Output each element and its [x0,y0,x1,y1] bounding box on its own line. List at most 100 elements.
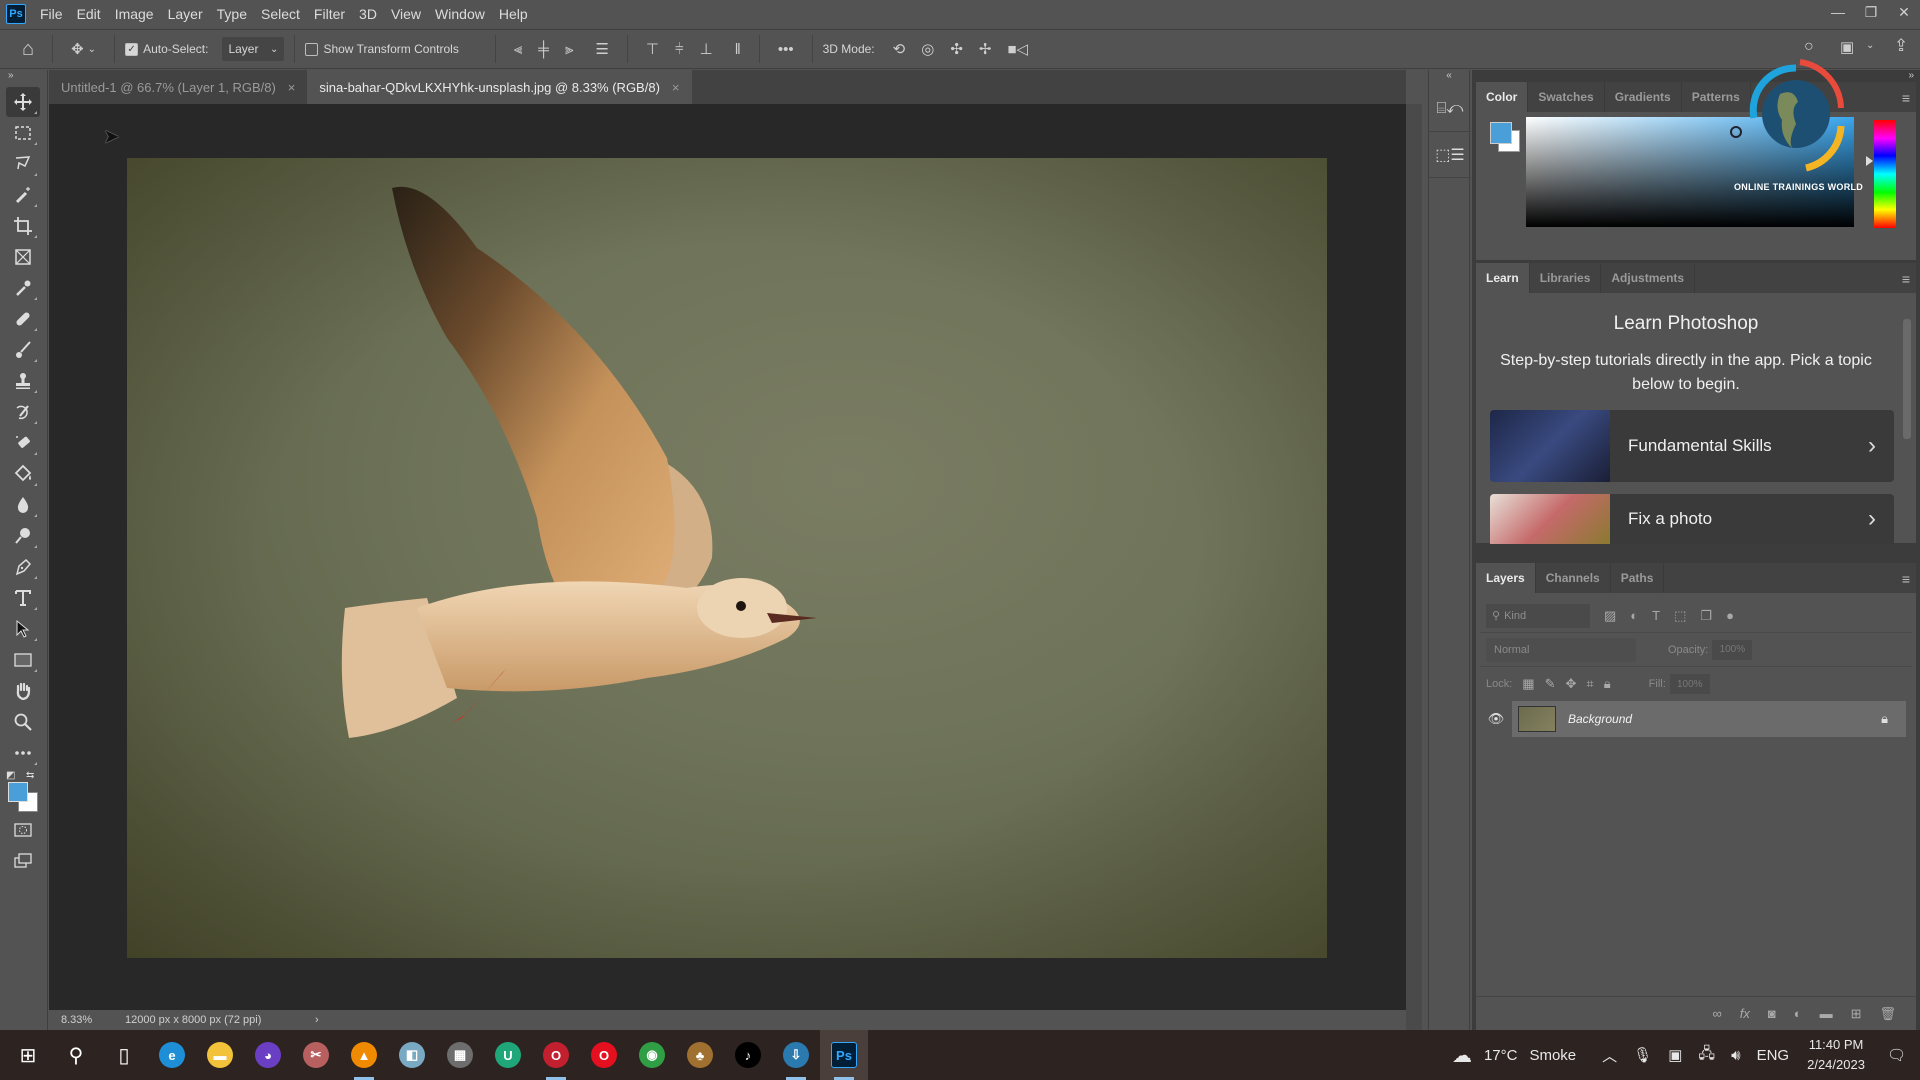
chevron-down-icon[interactable]: ⌄ [88,44,96,55]
layer-kind-filter[interactable]: ⚲ Kind [1486,603,1590,628]
search-icon[interactable]: ○ [1804,38,1814,56]
tab-adjustments[interactable]: Adjustments [1601,263,1696,293]
taskbar-photoshop[interactable]: Ps [820,1030,868,1080]
taskbar-chrome[interactable]: ◉ [628,1030,676,1080]
taskbar-app-notes[interactable]: ◧ [388,1030,436,1080]
learn-card-fundamental-skills[interactable]: Fundamental Skills › [1490,410,1894,482]
magic-wand-tool[interactable] [6,180,40,210]
microphone-icon[interactable]: 🎙︎ [1633,1046,1652,1064]
canvas-area[interactable]: ➤ [49,104,1406,1010]
align-bottom-icon[interactable]: ⊥ [700,40,713,58]
taskbar-app-snip[interactable]: ✂ [292,1030,340,1080]
document-image-seagull[interactable] [127,158,1327,958]
history-panel-button[interactable]: ⌸↶ [1429,86,1471,132]
workspace-icon[interactable]: ▣ [1840,38,1854,56]
new-layer-icon[interactable]: ⊞ [1851,1006,1862,1022]
minimize-button[interactable]: — [1822,0,1854,24]
menu-3d[interactable]: 3D [359,6,377,22]
network-icon[interactable]: 🖧︎ [1698,1043,1715,1068]
taskbar-app-cocktail[interactable]: ♣ [676,1030,724,1080]
taskbar-search[interactable]: ⚲ [52,1030,100,1080]
zoom-level[interactable]: 8.33% [49,1014,103,1026]
lock-transparent-pixels-icon[interactable]: ▦ [1522,676,1534,692]
align-right-icon[interactable]: ⫸ [565,41,573,58]
tab-swatches[interactable]: Swatches [1528,82,1605,112]
restore-button[interactable]: ❐ [1855,0,1887,24]
tab-libraries[interactable]: Libraries [1530,263,1602,293]
taskbar-task-view[interactable]: ▯ [100,1030,148,1080]
quick-mask-button[interactable] [6,815,40,845]
hand-tool[interactable] [6,676,40,706]
canvas-vertical-scrollbar[interactable] [1406,104,1422,1030]
pixel-layer-filter-icon[interactable]: ▨ [1604,608,1616,624]
show-hidden-icons-icon[interactable]: ︿ [1602,1045,1617,1066]
new-group-icon[interactable]: ▬ [1820,1006,1833,1021]
menu-type[interactable]: Type [217,6,247,22]
paint-bucket-tool[interactable] [6,459,40,489]
type-layer-filter-icon[interactable]: T [1652,608,1660,623]
menu-layer[interactable]: Layer [168,6,203,22]
history-brush-tool[interactable] [6,397,40,427]
dodge-tool[interactable] [6,521,40,551]
menu-view[interactable]: View [391,6,421,22]
layer-lock-icon[interactable]: 🔒︎ [1881,711,1888,727]
collapse-panels-icon[interactable]: « [1429,70,1469,86]
add-mask-icon[interactable]: ◙ [1768,1006,1776,1021]
rectangular-marquee-tool[interactable] [6,118,40,148]
swap-colors-icon[interactable]: ⇆ [26,770,34,781]
share-icon[interactable]: ⇪ [1894,36,1908,56]
blend-mode-dropdown[interactable]: Normal [1486,637,1636,662]
menu-edit[interactable]: Edit [77,6,101,22]
link-layers-icon[interactable]: ∞ [1712,1006,1721,1021]
type-tool[interactable] [6,583,40,613]
taskbar-app-owl[interactable]: ◕ [244,1030,292,1080]
lock-all-icon[interactable]: 🔒︎ [1604,676,1611,692]
more-options-icon[interactable]: ••• [778,41,794,58]
3d-orbit-icon[interactable]: ⟲ [893,40,906,58]
tab-paths[interactable]: Paths [1611,563,1665,593]
tab-layers[interactable]: Layers [1476,563,1536,593]
close-tab-icon[interactable]: × [672,80,680,95]
expand-toolbar-icon[interactable]: » [0,70,47,86]
doc-tab-untitled[interactable]: Untitled-1 @ 66.7% (Layer 1, RGB/8) × [49,70,308,104]
frame-tool[interactable] [6,242,40,272]
eraser-tool[interactable] [6,428,40,458]
notifications-icon[interactable]: 🗨︎ [1887,1046,1906,1064]
clock[interactable]: 11:40 PM 2/24/2023 [1807,1035,1865,1075]
show-transform-controls-checkbox[interactable] [305,42,319,56]
visibility-eye-icon[interactable]: 👁︎ [1480,711,1512,727]
color-foreground-swatch[interactable] [1490,122,1512,144]
lock-artboard-icon[interactable]: ⌗ [1586,676,1593,692]
zoom-tool[interactable] [6,707,40,737]
foreground-color-swatch[interactable] [8,782,28,802]
tab-color[interactable]: Color [1476,82,1529,112]
fill-field[interactable]: 100% [1669,674,1710,694]
rectangle-tool[interactable] [6,645,40,675]
taskbar-app-u[interactable]: U [484,1030,532,1080]
menu-file[interactable]: File [40,6,63,22]
doc-tab-sina-bahar[interactable]: sina-bahar-QDkvLKXHYhk-unsplash.jpg @ 8.… [307,70,692,104]
align-left-icon[interactable]: ⫷ [514,41,522,58]
lock-position-icon[interactable]: ✥ [1566,676,1577,692]
layer-row-background[interactable]: 👁︎ Background 🔒︎ [1480,701,1912,737]
hue-slider-pointer[interactable] [1866,156,1873,166]
menu-filter[interactable]: Filter [314,6,345,22]
tab-learn[interactable]: Learn [1476,263,1530,293]
move-tool[interactable] [6,87,40,117]
3d-roll-icon[interactable]: ◎ [921,40,934,58]
align-horizontal-center-icon[interactable]: ╪ [538,41,549,58]
panel-menu-icon[interactable]: ≡ [1902,571,1910,587]
tab-patterns[interactable]: Patterns [1682,82,1751,112]
color-picker-cursor[interactable] [1730,126,1742,138]
healing-brush-tool[interactable] [6,304,40,334]
lasso-tool[interactable] [6,149,40,179]
3d-camera-icon[interactable]: ■◁ [1007,40,1028,58]
weather-icon[interactable]: ☁ [1452,1043,1472,1068]
taskbar-vlc[interactable]: ▲ [340,1030,388,1080]
learn-scrollbar[interactable] [1902,303,1912,533]
lock-image-pixels-icon[interactable]: ✎ [1545,676,1556,692]
crop-tool[interactable] [6,211,40,241]
auto-select-target-dropdown[interactable]: Layer ⌄ [222,37,285,61]
new-adjustment-layer-icon[interactable]: ◐ [1794,1006,1802,1021]
adjustment-layer-filter-icon[interactable]: ◐ [1630,608,1638,623]
